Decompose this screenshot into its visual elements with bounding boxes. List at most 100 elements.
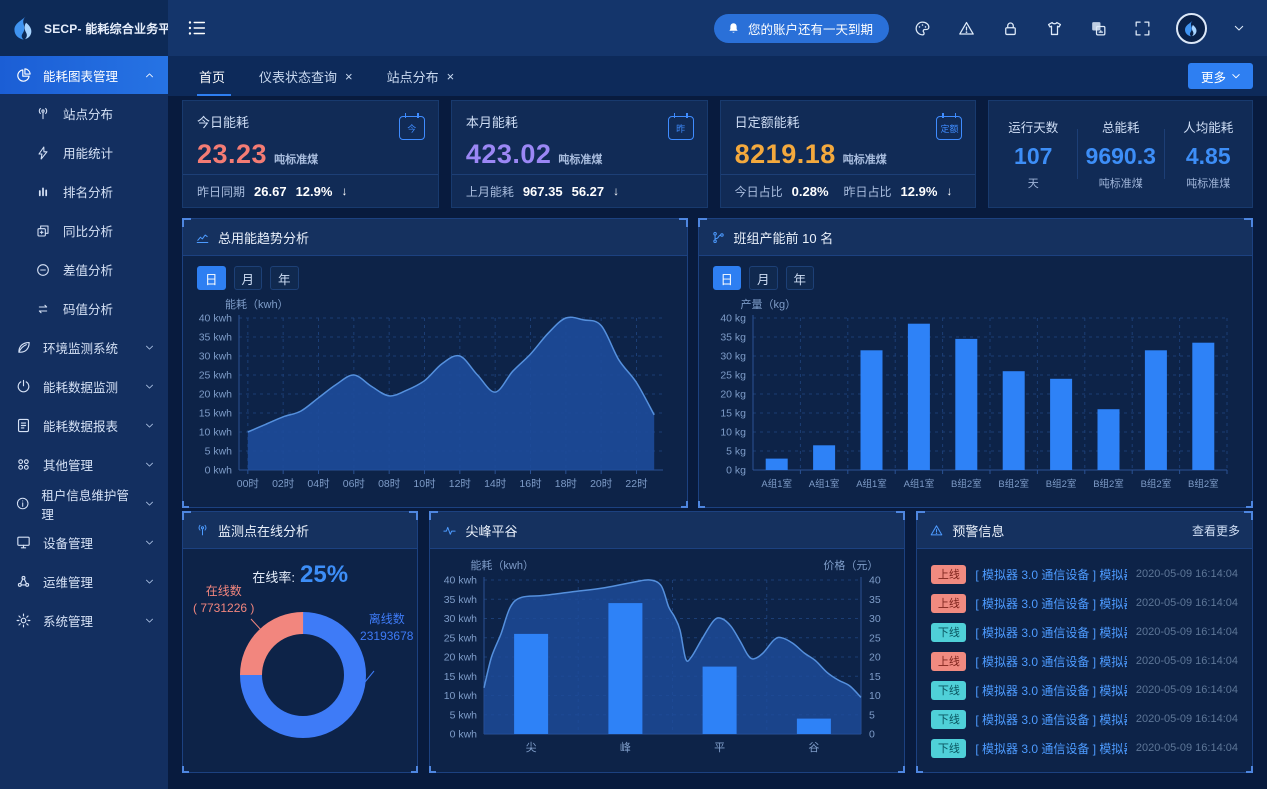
period-button[interactable]: 年 bbox=[270, 266, 299, 290]
user-avatar[interactable] bbox=[1176, 13, 1207, 44]
skin-icon[interactable] bbox=[1045, 19, 1064, 38]
bell-icon bbox=[726, 21, 741, 36]
period-button[interactable]: 月 bbox=[749, 266, 778, 290]
svg-text:0: 0 bbox=[869, 729, 875, 741]
charts-row-2: 监测点在线分析 在线率:25%在线数( 7731226 )离线数23193678… bbox=[182, 511, 1253, 767]
sidebar-group[interactable]: 运维管理 bbox=[0, 562, 168, 601]
translate-icon[interactable] bbox=[1089, 19, 1108, 38]
sidebar-group-active[interactable]: 能耗图表管理 bbox=[0, 56, 168, 94]
summary-unit: 天 bbox=[989, 175, 1077, 191]
topbar: 您的账户还有一天到期 bbox=[168, 0, 1267, 56]
alert-row[interactable]: 下线[ 模拟器 3.0 通信设备 ] 模拟器 3.0...2020-05-09 … bbox=[929, 735, 1240, 761]
stat-title: 今日能耗 bbox=[197, 112, 424, 131]
chevron-down-icon bbox=[143, 536, 156, 549]
svg-text:20时: 20时 bbox=[590, 478, 613, 490]
sidebar-item[interactable]: 排名分析 bbox=[0, 172, 168, 211]
alert-row[interactable]: 下线[ 模拟器 3.0 通信设备 ] 模拟器 3.0...2020-05-09 … bbox=[929, 706, 1240, 732]
svg-text:12时: 12时 bbox=[449, 478, 472, 490]
chart-trend-body: 日月年能耗（kwh）0 kwh5 kwh10 kwh15 kwh20 kwh25… bbox=[183, 256, 687, 507]
alert-row[interactable]: 下线[ 模拟器 3.0 通信设备 ] 模拟器 3.0...2020-05-09 … bbox=[929, 677, 1240, 703]
alert-row[interactable]: 上线[ 模拟器 3.0 通信设备 ] 模拟器 3.0...2020-05-09 … bbox=[929, 648, 1240, 674]
tab[interactable]: 仪表状态查询× bbox=[242, 56, 370, 96]
more-button-label: 更多 bbox=[1201, 67, 1226, 86]
svg-text:30 kwh: 30 kwh bbox=[199, 351, 232, 363]
svg-text:35 kg: 35 kg bbox=[720, 332, 746, 344]
svg-text:30 kwh: 30 kwh bbox=[444, 613, 477, 625]
calendar-icon: 今 bbox=[399, 116, 425, 140]
sidebar-item[interactable]: 站点分布 bbox=[0, 94, 168, 133]
stat-footer: 上月能耗967.3556.27↓ bbox=[452, 174, 707, 207]
sidebar-group[interactable]: 能耗数据监测 bbox=[0, 367, 168, 406]
sidebar-item[interactable]: 差值分析 bbox=[0, 250, 168, 289]
sidebar-item-label: 站点分布 bbox=[63, 104, 113, 123]
tab[interactable]: 首页 bbox=[182, 56, 242, 96]
sidebar-group[interactable]: 其他管理 bbox=[0, 445, 168, 484]
summary-column: 运行天数107天 bbox=[989, 113, 1077, 195]
svg-text:A组1室: A组1室 bbox=[856, 478, 887, 490]
peak-chart-svg: 0 kwh05 kwh510 kwh1015 kwh1520 kwh2025 k… bbox=[440, 572, 897, 760]
svg-text:30 kg: 30 kg bbox=[720, 351, 746, 363]
sidebar-group[interactable]: 能耗数据报表 bbox=[0, 406, 168, 445]
chevron-down-icon bbox=[143, 497, 156, 510]
sidebar-group[interactable]: 系统管理 bbox=[0, 601, 168, 640]
chevron-down-icon bbox=[143, 614, 156, 627]
tab-close-icon[interactable]: × bbox=[447, 69, 455, 84]
chevron-down-icon bbox=[143, 380, 156, 393]
theme-icon[interactable] bbox=[913, 19, 932, 38]
sidebar-group[interactable]: 设备管理 bbox=[0, 523, 168, 562]
status-badge: 下线 bbox=[931, 623, 966, 642]
svg-text:15 kwh: 15 kwh bbox=[444, 671, 477, 683]
more-button[interactable]: 更多 bbox=[1188, 63, 1253, 89]
svg-text:08时: 08时 bbox=[378, 478, 401, 490]
sidebar-group[interactable]: 租户信息维护管理 bbox=[0, 484, 168, 523]
panel-header: 尖峰平谷 bbox=[430, 512, 904, 549]
period-buttons: 日月年 bbox=[713, 266, 1242, 290]
alert-row[interactable]: 上线[ 模拟器 3.0 通信设备 ] 模拟器 3.0...2020-05-09 … bbox=[929, 561, 1240, 587]
alert-row[interactable]: 上线[ 模拟器 3.0 通信设备 ] 模拟器 3.0...2020-05-09 … bbox=[929, 590, 1240, 616]
menu-collapse-icon[interactable] bbox=[186, 17, 208, 39]
sidebar-group[interactable]: 环境监测系统 bbox=[0, 328, 168, 367]
tab[interactable]: 站点分布× bbox=[370, 56, 472, 96]
lock-icon[interactable] bbox=[1001, 19, 1020, 38]
right-axis-label: 价格（元） bbox=[823, 557, 878, 572]
svg-text:尖: 尖 bbox=[526, 741, 537, 754]
svg-text:18时: 18时 bbox=[555, 478, 578, 490]
warning-icon[interactable] bbox=[957, 19, 976, 38]
sidebar-group-label: 运维管理 bbox=[43, 572, 93, 591]
period-button[interactable]: 月 bbox=[234, 266, 263, 290]
panel-header: 班组产能前 10 名 bbox=[699, 219, 1252, 256]
summary-value: 107 bbox=[989, 143, 1077, 170]
svg-text:15 kwh: 15 kwh bbox=[199, 408, 232, 420]
alert-row[interactable]: 下线[ 模拟器 3.0 通信设备 ] 模拟器 3.0...2020-05-09 … bbox=[929, 619, 1240, 645]
svg-text:00时: 00时 bbox=[237, 478, 260, 490]
tabs: 首页仪表状态查询×站点分布× bbox=[182, 56, 471, 96]
view-more-link[interactable]: 查看更多 bbox=[1192, 522, 1240, 539]
sidebar-item[interactable]: 码值分析 bbox=[0, 289, 168, 328]
panel-title: 班组产能前 10 名 bbox=[734, 228, 834, 247]
svg-text:25 kwh: 25 kwh bbox=[444, 632, 477, 644]
period-button[interactable]: 日 bbox=[713, 266, 742, 290]
user-menu-chevron-icon[interactable] bbox=[1231, 20, 1247, 36]
sidebar-item[interactable]: 用能统计 bbox=[0, 133, 168, 172]
fullscreen-icon[interactable] bbox=[1133, 19, 1152, 38]
svg-text:35 kwh: 35 kwh bbox=[199, 332, 232, 344]
tab-close-icon[interactable]: × bbox=[345, 69, 353, 84]
sidebar-item-label: 码值分析 bbox=[63, 299, 113, 318]
stat-unit: 吨标准煤 bbox=[274, 151, 318, 167]
svg-text:20 kwh: 20 kwh bbox=[444, 652, 477, 664]
pulse-icon bbox=[442, 523, 457, 538]
period-button[interactable]: 日 bbox=[197, 266, 226, 290]
calendar-icon: 定额 bbox=[936, 116, 962, 140]
svg-text:15: 15 bbox=[869, 671, 881, 683]
svg-text:20 kwh: 20 kwh bbox=[199, 389, 232, 401]
alert-list: 上线[ 模拟器 3.0 通信设备 ] 模拟器 3.0...2020-05-09 … bbox=[927, 555, 1242, 761]
line-chart-icon bbox=[195, 230, 210, 245]
summary-label: 总能耗 bbox=[1077, 117, 1165, 136]
power-icon bbox=[15, 378, 32, 395]
antenna-icon bbox=[195, 523, 210, 538]
chevron-down-icon bbox=[143, 458, 156, 471]
swap-icon bbox=[35, 301, 51, 317]
sidebar-item[interactable]: 同比分析 bbox=[0, 211, 168, 250]
period-button[interactable]: 年 bbox=[786, 266, 815, 290]
account-expiry-notice[interactable]: 您的账户还有一天到期 bbox=[714, 14, 889, 43]
